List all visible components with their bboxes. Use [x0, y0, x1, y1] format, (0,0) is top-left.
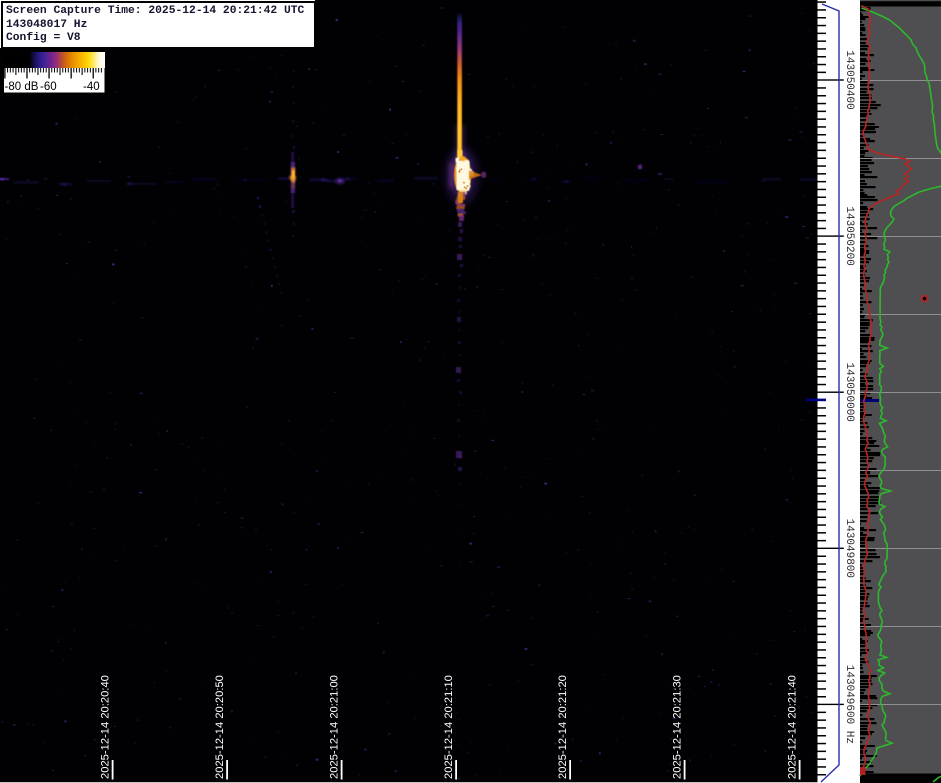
- svg-text:143050200: 143050200: [843, 206, 855, 265]
- svg-text:-80 dB: -80 dB: [5, 81, 39, 93]
- svg-text:2025-12-14 20:20:50: 2025-12-14 20:20:50: [214, 675, 226, 779]
- svg-text:143049600 Hz: 143049600 Hz: [843, 665, 855, 744]
- svg-text:2025-12-14 20:20:40: 2025-12-14 20:20:40: [100, 675, 112, 779]
- svg-text:2025-12-14 20:21:40: 2025-12-14 20:21:40: [787, 675, 799, 779]
- svg-text:2025-12-14 20:21:30: 2025-12-14 20:21:30: [672, 675, 684, 779]
- svg-text:2025-12-14 20:21:00: 2025-12-14 20:21:00: [329, 675, 341, 779]
- svg-text:143050000: 143050000: [843, 362, 855, 421]
- svg-text:2025-12-14 20:21:10: 2025-12-14 20:21:10: [443, 675, 455, 779]
- svg-text:143050400: 143050400: [843, 50, 855, 109]
- svg-text:-40: -40: [83, 81, 100, 93]
- svg-text:2025-12-14 20:21:20: 2025-12-14 20:21:20: [557, 675, 569, 779]
- svg-text:-60: -60: [40, 81, 57, 93]
- svg-text:143049800: 143049800: [843, 519, 855, 578]
